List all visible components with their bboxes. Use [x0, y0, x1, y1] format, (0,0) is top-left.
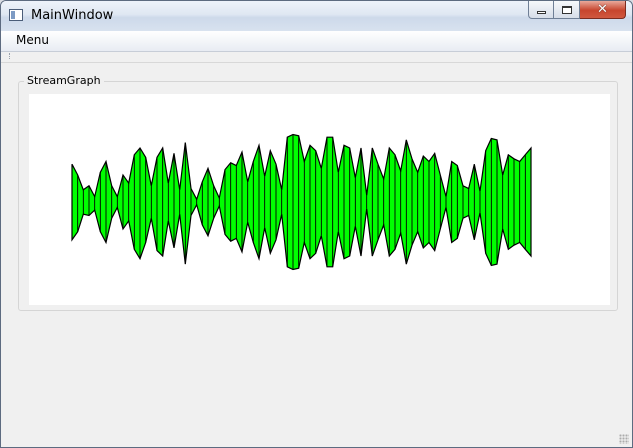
menu-bar: Menu	[1, 31, 632, 52]
window-title: MainWindow	[31, 8, 114, 23]
stream-area	[71, 133, 532, 271]
title-bar[interactable]: MainWindow ✕	[1, 1, 632, 31]
main-window: MainWindow ✕ Menu StreamGraph	[0, 0, 633, 448]
close-icon: ✕	[597, 2, 608, 17]
minimize-icon	[536, 11, 546, 14]
minimize-button[interactable]	[528, 1, 554, 19]
resize-grip[interactable]	[619, 434, 629, 444]
streamgraph-chart	[71, 133, 532, 271]
toolbar-divider	[1, 62, 632, 63]
window-controls: ✕	[528, 1, 626, 21]
toolbar-grip[interactable]	[9, 53, 13, 59]
streamgraph-plot	[29, 94, 610, 305]
app-window-icon	[9, 9, 23, 21]
maximize-icon	[561, 5, 572, 14]
maximize-button[interactable]	[554, 1, 580, 19]
menu-item-menu[interactable]: Menu	[16, 33, 49, 47]
groupbox-title: StreamGraph	[24, 74, 104, 87]
close-button[interactable]: ✕	[580, 1, 626, 19]
